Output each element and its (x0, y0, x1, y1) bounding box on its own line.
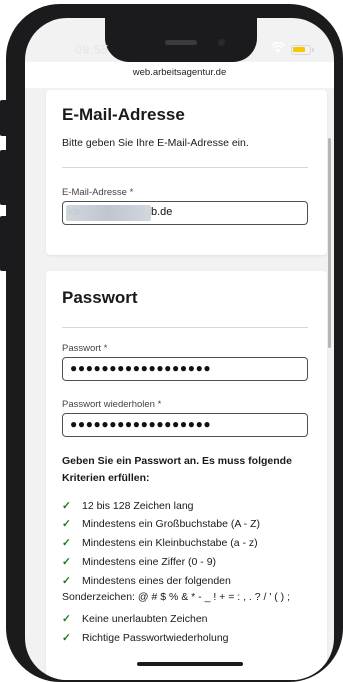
scrollbar[interactable] (328, 138, 331, 348)
email-card: E-Mail-Adresse Bitte geben Sie Ihre E-Ma… (46, 90, 327, 255)
phone-frame: 09:55 web.arbeitsagentur.de E-Mail-Adres… (6, 4, 343, 682)
check-icon: ✓ (62, 518, 71, 530)
divider (62, 167, 308, 168)
repeat-password-mask: ●●●●●●●●●●●●●●●●●● (70, 417, 212, 431)
criterion-allowed-chars: ✓ Keine unerlaubten Zeichen (62, 611, 314, 628)
criterion-digit: ✓ Mindestens eine Ziffer (0 - 9) (62, 554, 314, 571)
email-field-label: E-Mail-Adresse * (62, 187, 134, 198)
password-card: Passwort Passwort * ●●●●●●●●●●●●●●●●●● P… (46, 271, 327, 680)
phone-screen: 09:55 web.arbeitsagentur.de E-Mail-Adres… (25, 18, 334, 680)
email-value-end: b.de (151, 206, 173, 218)
divider (62, 327, 308, 328)
criterion-label: Mindestens eine Ziffer (0 - 9) (82, 556, 217, 568)
criteria-heading: Geben Sie ein Passwort an. Es muss folge… (62, 455, 292, 484)
check-icon: ✓ (62, 500, 71, 512)
home-indicator[interactable] (137, 662, 243, 666)
front-camera (218, 39, 225, 46)
criterion-label: Keine unerlaubten Zeichen (82, 613, 208, 625)
status-time: 09:55 (75, 42, 109, 57)
criterion-repeat-match: ✓ Richtige Passwortwiederholung (62, 630, 314, 647)
check-icon: ✓ (62, 632, 71, 644)
notch (105, 18, 257, 62)
url-bar[interactable]: web.arbeitsagentur.de (25, 62, 334, 88)
criterion-label: Mindestens ein Kleinbuchstabe (a - z) (82, 537, 258, 549)
check-icon: ✓ (62, 575, 71, 587)
criterion-special: ✓ Mindestens eines der folgenden (62, 573, 314, 590)
password-card-title: Passwort (62, 288, 138, 307)
criterion-label: 12 bis 128 Zeichen lang (82, 500, 194, 512)
speaker-grille (165, 40, 197, 45)
password-mask: ●●●●●●●●●●●●●●●●●● (70, 361, 212, 375)
special-chars-list: Sonderzeichen: @ # $ % & * - _ ! + = : ,… (62, 591, 291, 603)
criterion-lowercase: ✓ Mindestens ein Kleinbuchstabe (a - z) (62, 535, 314, 552)
password-field-label: Passwort * (62, 343, 108, 354)
check-icon: ✓ (62, 613, 71, 625)
criterion-uppercase: ✓ Mindestens ein Großbuchstabe (A - Z) (62, 516, 314, 533)
redaction-blur (66, 205, 151, 221)
criterion-length: ✓ 12 bis 128 Zeichen lang (62, 498, 314, 515)
criterion-label: Richtige Passwortwiederholung (82, 632, 229, 644)
email-card-subtitle: Bitte geben Sie Ihre E-Mail-Adresse ein. (62, 137, 249, 149)
check-icon: ✓ (62, 537, 71, 549)
battery-icon (291, 45, 311, 55)
repeat-password-field-label: Passwort wiederholen * (62, 399, 162, 410)
criterion-label: Mindestens eines der folgenden (82, 575, 231, 587)
wifi-icon (271, 41, 285, 56)
check-icon: ✓ (62, 556, 71, 568)
email-card-title: E-Mail-Adresse (62, 105, 185, 124)
criterion-label: Mindestens ein Großbuchstabe (A - Z) (82, 518, 260, 530)
battery-tip (312, 48, 314, 52)
